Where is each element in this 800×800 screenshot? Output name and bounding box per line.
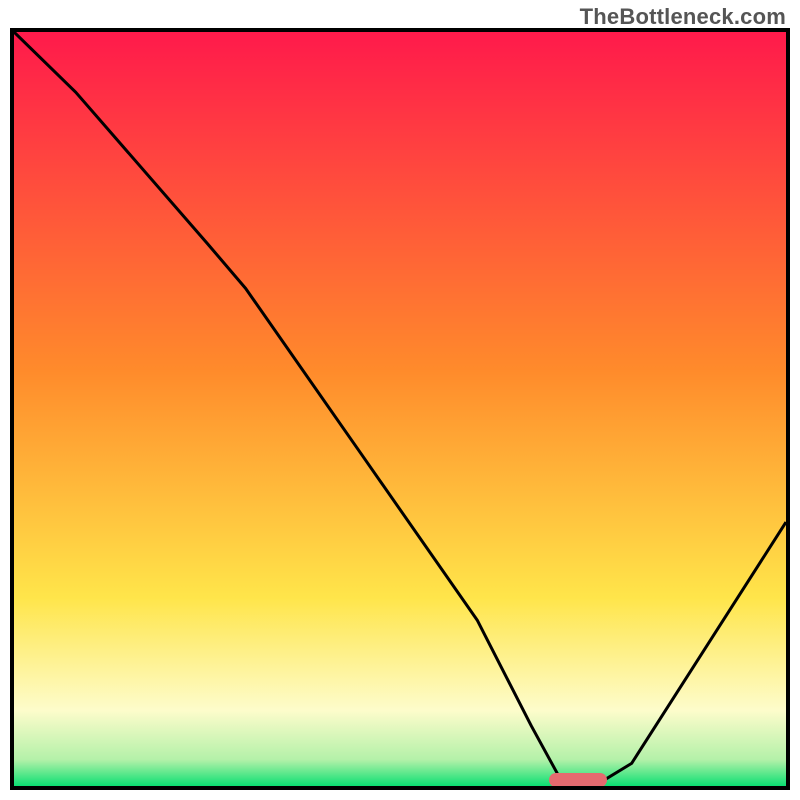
watermark-text: TheBottleneck.com	[580, 4, 786, 30]
chart-plot	[14, 32, 786, 786]
chart-background	[14, 32, 786, 786]
optimum-marker	[549, 773, 607, 787]
chart-frame	[10, 28, 790, 790]
